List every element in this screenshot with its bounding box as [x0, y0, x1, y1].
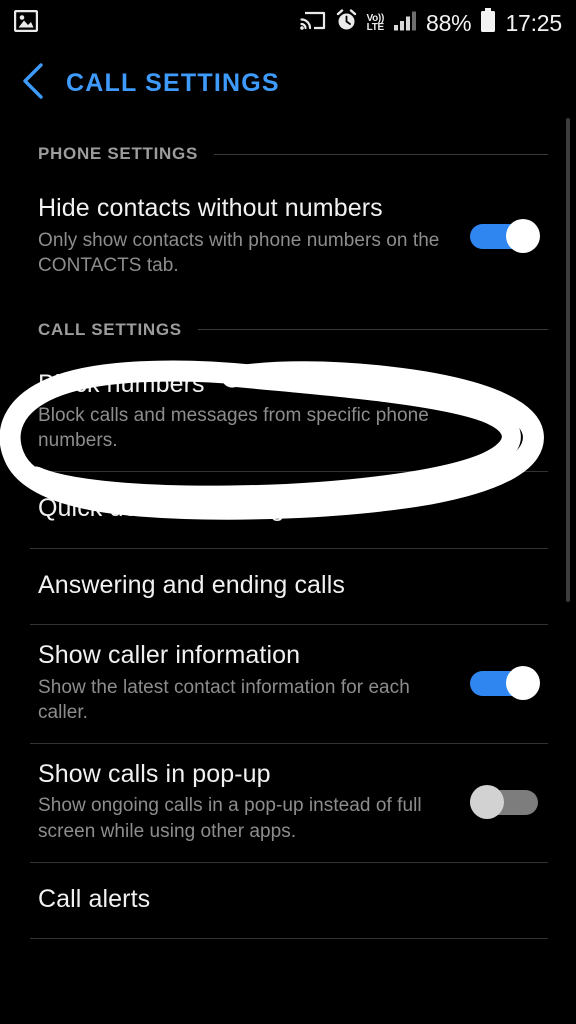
row-title: Hide contacts without numbers: [38, 194, 383, 222]
row-title: Block numbers: [38, 369, 205, 398]
section-header-rule: [197, 329, 548, 331]
row-text: Show caller information Show the latest …: [38, 641, 470, 725]
toggle-hide-contacts-without-numbers[interactable]: [470, 218, 544, 253]
section-header-call-settings: CALL SETTINGS: [0, 296, 576, 354]
phone-call-settings-screen: Vo)) LTE 88% 17:25 CALL SETTINGS PHONE S…: [0, 0, 576, 1024]
section-header-label: CALL SETTINGS: [38, 319, 182, 339]
setting-row-call-alerts[interactable]: Call alerts: [0, 863, 576, 939]
setting-row-quick-decline-messages[interactable]: Quick decline messages: [0, 472, 576, 548]
section-header-rule: [214, 153, 548, 155]
row-text: Show calls in pop-up Show ongoing calls …: [38, 760, 470, 844]
toggle-thumb: [470, 784, 504, 819]
toggle-show-caller-information[interactable]: [470, 666, 544, 701]
settings-list[interactable]: PHONE SETTINGS Hide contacts without num…: [0, 120, 576, 1024]
battery-percentage: 88%: [426, 9, 472, 36]
row-subtitle: Block calls and messages from specific p…: [38, 405, 429, 452]
row-title: Show calls in pop-up: [38, 759, 271, 788]
app-bar: CALL SETTINGS: [0, 46, 576, 120]
back-button[interactable]: [0, 50, 66, 116]
setting-row-hide-contacts-without-numbers[interactable]: Hide contacts without numbers Only show …: [0, 178, 576, 296]
toggle-thumb: [506, 666, 540, 701]
row-title: Quick decline messages: [38, 494, 312, 523]
image-notification-icon: [13, 9, 39, 37]
section-header-label: PHONE SETTINGS: [38, 144, 198, 163]
clock-time: 17:25: [505, 9, 562, 36]
row-text: Quick decline messages: [38, 494, 548, 524]
alarm-icon: [335, 9, 358, 37]
row-title: Answering and ending calls: [38, 570, 345, 599]
setting-row-block-numbers[interactable]: Block numbers Block calls and messages f…: [0, 354, 576, 472]
row-text: Call alerts: [38, 885, 548, 915]
row-title: Show caller information: [38, 641, 301, 670]
toggle-thumb: [506, 218, 540, 253]
section-header-phone-settings: PHONE SETTINGS: [0, 120, 576, 178]
status-bar-left-icons: [13, 9, 39, 37]
row-text: Hide contacts without numbers Only show …: [38, 194, 470, 278]
cast-icon: [299, 10, 326, 37]
status-bar-right-icons: Vo)) LTE 88% 17:25: [299, 8, 562, 38]
battery-icon: [480, 8, 496, 38]
page-title: CALL SETTINGS: [66, 68, 280, 97]
row-divider: [30, 938, 548, 940]
setting-row-show-caller-information[interactable]: Show caller information Show the latest …: [0, 625, 576, 743]
vertical-scrollbar[interactable]: [566, 118, 570, 602]
chevron-left-icon: [20, 61, 46, 106]
row-subtitle: Show ongoing calls in a pop-up instead o…: [38, 795, 422, 842]
signal-icon: [393, 10, 417, 36]
row-subtitle: Only show contacts with phone numbers on…: [38, 229, 440, 276]
row-title: Call alerts: [38, 884, 151, 913]
row-text: Block numbers Block calls and messages f…: [38, 370, 548, 454]
volte-line-2: LTE: [366, 22, 385, 33]
setting-row-show-calls-in-pop-up[interactable]: Show calls in pop-up Show ongoing calls …: [0, 744, 576, 862]
setting-row-answering-and-ending-calls[interactable]: Answering and ending calls: [0, 549, 576, 625]
volte-icon: Vo)) LTE: [366, 13, 385, 33]
row-subtitle: Show the latest contact information for …: [38, 676, 410, 723]
status-bar: Vo)) LTE 88% 17:25: [0, 0, 576, 46]
toggle-show-calls-in-pop-up[interactable]: [470, 784, 544, 819]
row-text: Answering and ending calls: [38, 571, 548, 601]
